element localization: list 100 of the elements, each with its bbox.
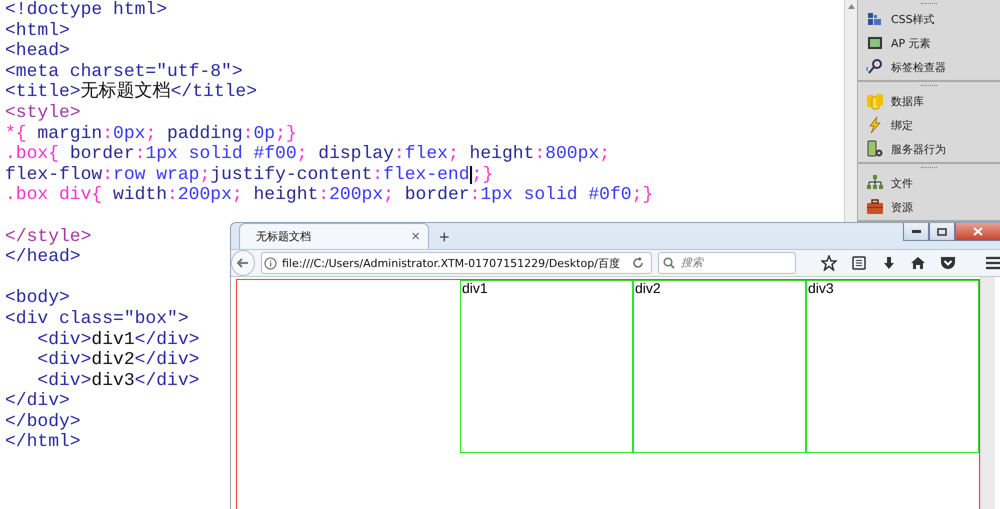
close-window-button[interactable]: [955, 223, 1000, 241]
minimize-button[interactable]: [903, 223, 929, 241]
code-text: 200px: [329, 185, 384, 206]
code-text: 1px solid #0f0: [480, 185, 632, 206]
code-text: :: [167, 185, 178, 206]
code-text: :: [318, 185, 330, 206]
code-text: <div>: [36, 330, 92, 350]
code-text: :: [102, 124, 114, 144]
scrollbar[interactable]: [980, 277, 995, 509]
code-text: </html>: [5, 432, 81, 454]
code-text: :: [134, 144, 146, 165]
scroll-up-icon[interactable]: [848, 4, 854, 9]
code-text: width: [113, 185, 168, 206]
code-text: <div>: [36, 350, 92, 371]
panel-item[interactable]: AP 元素: [858, 31, 1000, 55]
code-text: display: [318, 144, 394, 165]
code-text: flex-end: [383, 164, 470, 186]
code-text: <body>: [5, 288, 70, 309]
code-text: margin: [37, 124, 102, 144]
server-gear-icon: [866, 140, 884, 158]
code-text: 0px: [113, 124, 146, 144]
inspect-icon: [866, 58, 884, 76]
grid-icon: [866, 10, 884, 28]
code-text: :: [102, 164, 114, 186]
code-text: </div>: [134, 370, 200, 392]
code-text: border: [70, 144, 135, 165]
code-text: 无标题文档: [80, 82, 171, 103]
close-icon: [973, 227, 983, 236]
minimize-icon: [912, 230, 920, 233]
panel-item[interactable]: 数据库: [858, 89, 1000, 113]
maximize-button[interactable]: [929, 223, 955, 241]
code-text: flex: [404, 144, 448, 165]
code-text: ;: [232, 185, 244, 206]
sitemap-icon: [866, 174, 884, 192]
database-icon: [866, 92, 884, 110]
close-tab-button[interactable]: ×: [411, 229, 420, 244]
code-text: flex-flow: [5, 164, 102, 186]
code-text: </title>: [170, 82, 258, 103]
briefcase-icon: [866, 198, 884, 216]
code-text: <!doctype html>: [5, 0, 168, 21]
new-tab-button[interactable]: +: [435, 228, 454, 246]
code-text: :: [534, 144, 546, 165]
code-text: </style>: [5, 226, 92, 248]
code-text: div1: [91, 330, 135, 350]
address-field[interactable]: file:///C:/Users/Administrator.XTM-01707151229/Desktop/百度: [260, 252, 652, 274]
layer-icon: [866, 34, 884, 52]
code-text: justify-content: [210, 164, 372, 186]
code-text: <style>: [5, 102, 81, 124]
code-text: 1px solid #f00: [145, 144, 297, 165]
code-text: <html>: [5, 20, 70, 42]
code-text: ;: [199, 164, 210, 186]
panel-item[interactable]: 绑定: [858, 113, 1000, 137]
code-text: height: [253, 185, 318, 206]
panel-item[interactable]: 资源: [858, 195, 1000, 219]
code-text: *{: [5, 124, 28, 144]
code-text: ;: [448, 144, 460, 165]
scrollbar[interactable]: [844, 0, 857, 222]
flex-item: div2: [633, 280, 806, 453]
grip-handle[interactable]: [921, 167, 937, 169]
code-text: ;}: [632, 185, 654, 206]
maximize-icon: [937, 228, 947, 236]
search-field[interactable]: 搜索: [658, 252, 796, 274]
grip-handle[interactable]: [921, 85, 937, 87]
code-text: <head>: [5, 41, 70, 62]
browser-tab[interactable]: 无标题文档 ×: [239, 223, 429, 249]
code-text: <title>: [5, 82, 81, 103]
code-text: .box div{: [5, 185, 104, 206]
reload-icon[interactable]: [630, 256, 645, 270]
panel-item[interactable]: 文件: [858, 171, 1000, 195]
info-icon[interactable]: [264, 256, 277, 270]
code-text: border: [404, 185, 470, 206]
panel-item[interactable]: 服务器行为: [858, 137, 1000, 161]
grip-handle[interactable]: [921, 3, 937, 5]
code-text: <div class="box">: [5, 308, 189, 330]
code-text: :: [470, 185, 480, 206]
code-text: ;: [383, 185, 395, 206]
code-text: ;: [145, 124, 158, 144]
code-text: row wrap: [113, 164, 200, 186]
code-text: padding: [167, 124, 243, 144]
code-text: <div>: [36, 370, 92, 392]
code-text: .box{: [5, 144, 60, 165]
code-text: </body>: [5, 412, 81, 432]
code-text: ;}: [275, 124, 297, 144]
code-text: </div>: [5, 391, 70, 412]
code-text: </head>: [5, 247, 81, 268]
code-text: <meta charset="utf-8">: [5, 62, 243, 82]
code-text: </div>: [134, 350, 200, 371]
code-text: div2: [91, 350, 135, 371]
code-text: div3: [91, 370, 135, 392]
flex-item: div3: [806, 280, 979, 453]
back-button[interactable]: [231, 250, 255, 276]
code-text: ;: [296, 144, 308, 165]
code-text: height: [470, 144, 534, 165]
code-text: :: [242, 124, 254, 144]
panel-item[interactable]: CSS样式: [858, 7, 1000, 31]
text-cursor: [470, 166, 472, 184]
code-text: :: [394, 144, 405, 165]
search-icon: [662, 257, 675, 269]
panel-item[interactable]: 标签检查器: [858, 55, 1000, 79]
code-text: 200px: [178, 185, 232, 206]
